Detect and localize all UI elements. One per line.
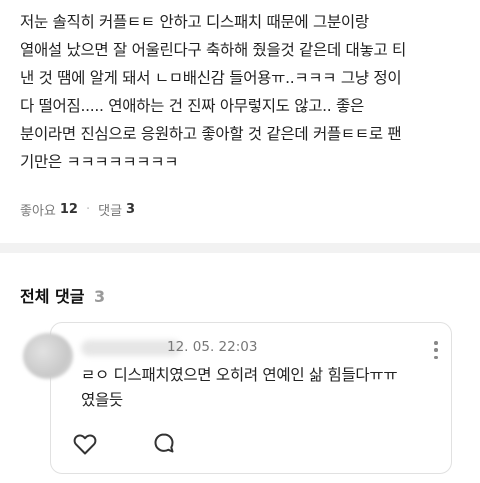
heart-icon[interactable]	[73, 433, 97, 455]
comments-total-count: 3	[94, 287, 106, 306]
comment-text-line: 였을듯	[81, 391, 123, 409]
comment-date: 12. 05. 22:03	[167, 339, 258, 355]
likes-label: 좋아요	[20, 204, 56, 219]
comments-count: 3	[126, 202, 136, 217]
post-body-line: 낸 것 땜에 알게 돼서 ㄴㅁ배신감 들어용ㅠ..ㅋㅋㅋ 그냥 정이	[20, 69, 402, 87]
blurred-nickname	[81, 340, 181, 356]
comments-label: 댓글	[98, 204, 123, 219]
post-body-line: 열애설 났으면 잘 어울린다구 축하해 줬을것 같은데 대놓고 티	[20, 41, 407, 59]
separator-dot: ·	[85, 202, 91, 217]
more-vertical-icon[interactable]	[433, 341, 439, 359]
avatar[interactable]	[23, 333, 73, 379]
post-stats: 좋아요 12 · 댓글 3	[20, 200, 135, 219]
comment-text-line: ㄹㅇ 디스패치였으면 오히려 연예인 삶 힘들다ㅠㅠ	[81, 366, 398, 384]
post-body-line: 기만은 ㅋㅋㅋㅋㅋㅋㅋㅋ	[20, 153, 179, 171]
post-body-line: 저눈 솔직히 커플ㅌㅌ 안하고 디스패치 때문에 그분이랑	[20, 13, 369, 31]
post-body-line: 분이라면 진심으로 응원하고 좋아할 것 같은데 커플ㅌㅌ로 팬	[20, 125, 402, 143]
post-body: 저눈 솔직히 커플ㅌㅌ 안하고 디스패치 때문에 그분이랑 열애설 났으면 잘 …	[20, 8, 470, 176]
comments-title: 전체 댓글	[20, 287, 85, 306]
reply-bubble-icon[interactable]	[153, 432, 175, 454]
comment-card: 12. 05. 22:03 ㄹㅇ 디스패치였으면 오히려 연예인 삶 힘들다ㅠㅠ…	[23, 322, 452, 474]
comment-text: ㄹㅇ 디스패치였으면 오히려 연예인 삶 힘들다ㅠㅠ 였을듯	[81, 363, 431, 413]
comments-header: 전체 댓글 3	[20, 283, 105, 307]
post-body-line: 다 떨어짐..... 연애하는 건 진짜 아무렇지도 않고.. 좋은	[20, 97, 364, 115]
section-divider	[0, 243, 480, 253]
likes-count: 12	[59, 202, 78, 217]
